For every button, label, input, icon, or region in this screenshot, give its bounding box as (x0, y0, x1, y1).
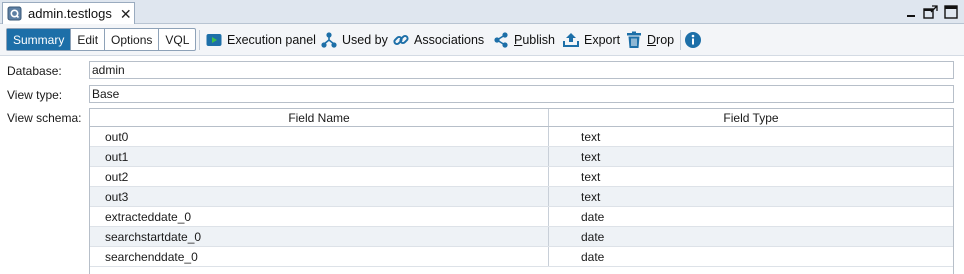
view-type-field[interactable]: Base (89, 85, 954, 103)
table-row[interactable]: out3 text (90, 187, 953, 207)
column-header-field-type[interactable]: Field Type (549, 109, 953, 126)
table-row[interactable]: out0 text (90, 127, 953, 147)
table-row[interactable]: extracteddate_0 date (90, 207, 953, 227)
database-field[interactable]: admin (89, 61, 954, 79)
editor-tab-bar: admin.testlogs ✕ (0, 0, 964, 24)
minimize-icon[interactable] (905, 4, 917, 20)
export-icon (562, 31, 580, 49)
associations-icon (392, 31, 410, 49)
tab-summary[interactable]: Summary (7, 29, 72, 50)
associations-button[interactable]: Associations (392, 29, 484, 51)
field-name-cell: out2 (90, 167, 549, 186)
drop-button[interactable]: Drop (625, 29, 674, 51)
database-label: Database: (7, 64, 62, 78)
table-row[interactable]: searchenddate_0 date (90, 247, 953, 267)
used-by-label: Used by (342, 33, 388, 47)
publish-button[interactable]: Publish (492, 29, 555, 51)
info-button[interactable] (684, 29, 706, 51)
publish-label-rest: ublish (522, 33, 556, 47)
field-name-cell: out1 (90, 147, 549, 166)
grid-header: Field Name Field Type (90, 109, 953, 127)
view-mode-tabs: Summary Edit Options VQL (6, 28, 197, 51)
tab-title: admin.testlogs (28, 6, 112, 21)
table-row[interactable]: out2 text (90, 167, 953, 187)
execution-panel-icon (205, 31, 223, 49)
field-type-cell: date (581, 209, 605, 224)
field-type-cell: text (581, 169, 601, 184)
export-button[interactable]: Export (562, 29, 620, 51)
table-row[interactable]: searchstartdate_0 date (90, 227, 953, 247)
field-type-cell: date (581, 249, 605, 264)
execution-panel-button[interactable]: Execution panel (205, 29, 316, 51)
field-name-cell: out0 (90, 127, 549, 146)
close-icon[interactable]: ✕ (120, 7, 132, 21)
export-label: Export (584, 33, 621, 47)
field-type-cell: text (581, 189, 601, 204)
field-name-cell: out3 (90, 187, 549, 206)
trash-icon (625, 31, 643, 49)
field-name-cell: searchstartdate_0 (90, 227, 549, 246)
associations-label: Associations (414, 33, 485, 47)
used-by-button[interactable]: Used by (320, 29, 388, 51)
field-type-cell: text (581, 149, 601, 164)
view-type-label: View type: (7, 88, 63, 102)
drop-mnemonic: D (647, 33, 657, 47)
toolbar-separator (680, 30, 681, 50)
toolbar-separator (199, 30, 200, 50)
execution-panel-label: Execution panel (227, 33, 316, 47)
field-type-cell: date (581, 229, 605, 244)
field-type-cell: text (581, 129, 601, 144)
view-schema-grid: Field Name Field Type out0 text out1 tex… (89, 108, 954, 274)
info-icon (684, 31, 702, 49)
publish-label: Publish (514, 33, 555, 47)
drop-label-rest: rop (656, 33, 675, 47)
column-header-field-name[interactable]: Field Name (90, 109, 549, 126)
view-document-icon (7, 6, 22, 21)
field-name-cell: extracteddate_0 (90, 207, 549, 226)
tab-options[interactable]: Options (105, 29, 160, 50)
tab-edit[interactable]: Edit (71, 29, 106, 50)
table-row[interactable]: out1 text (90, 147, 953, 167)
tab-vql[interactable]: VQL (159, 29, 195, 50)
maximize-icon[interactable] (922, 4, 938, 20)
drop-label: Drop (647, 33, 674, 47)
view-schema-label: View schema: (7, 111, 82, 125)
restore-icon[interactable] (943, 4, 959, 20)
view-toolbar: Summary Edit Options VQL Execution panel… (0, 24, 964, 56)
field-name-cell: searchenddate_0 (90, 247, 549, 266)
share-icon (492, 31, 510, 49)
editor-tab[interactable]: admin.testlogs ✕ (2, 2, 135, 24)
used-by-icon (320, 31, 338, 49)
